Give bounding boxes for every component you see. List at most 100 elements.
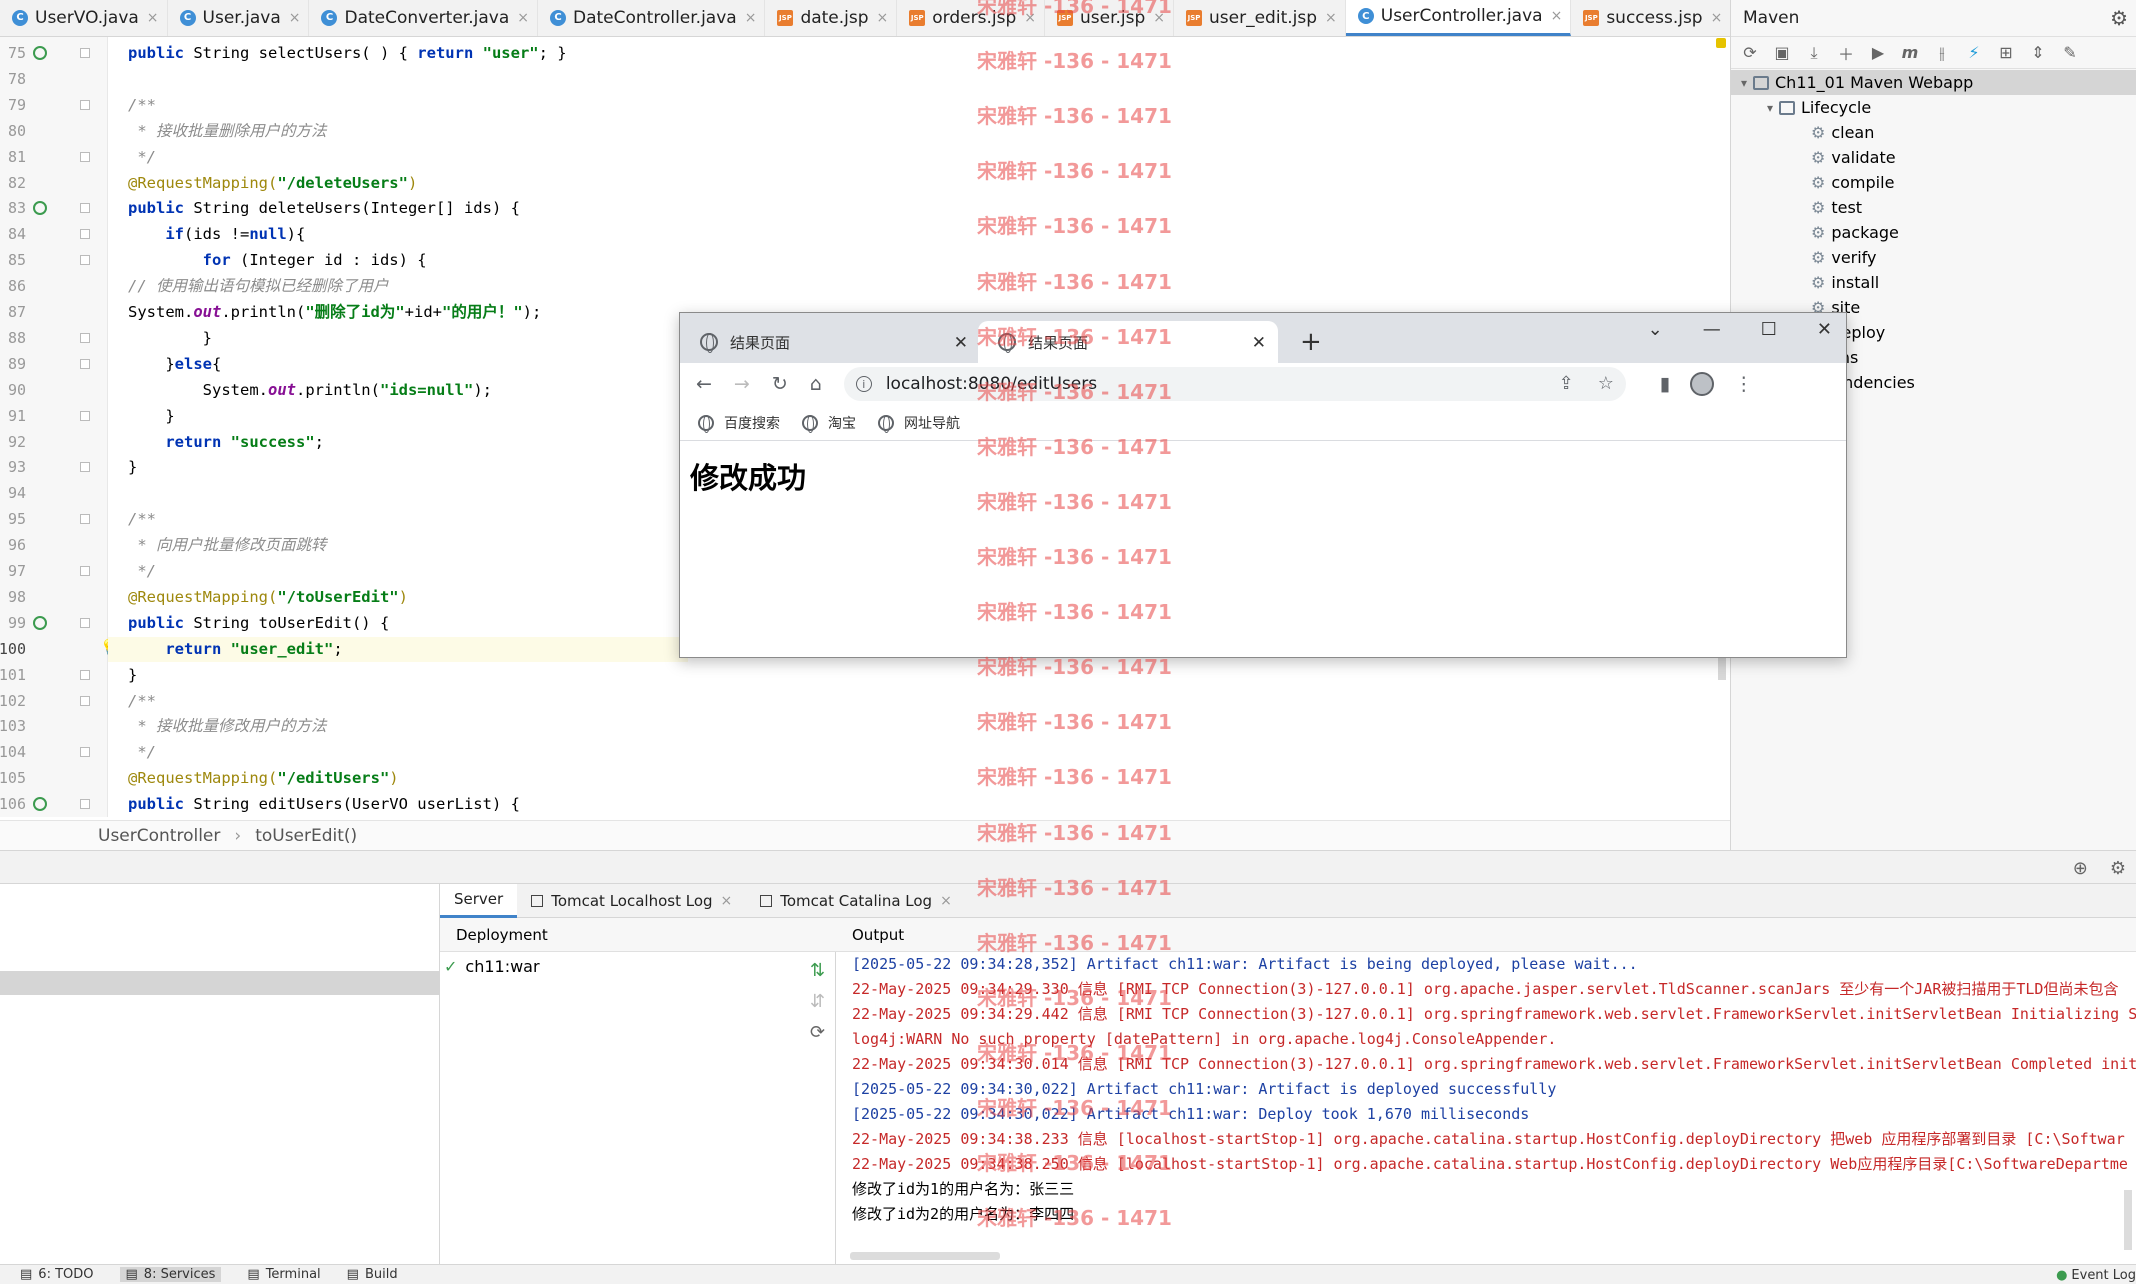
maven-phase-verify[interactable]: ⚙ verify <box>1731 245 2136 270</box>
address-bar[interactable]: i localhost:8080/editUsers ⇪ ☆ <box>843 367 1626 401</box>
code-line[interactable]: for (Integer id : ids) { <box>128 248 427 273</box>
code-line[interactable]: /** <box>128 507 156 532</box>
bean-mapping-icon[interactable] <box>33 797 47 812</box>
fold-icon[interactable] <box>80 229 90 240</box>
code-line[interactable]: */ <box>128 559 156 584</box>
gutter-line[interactable]: 100💡 <box>0 637 119 662</box>
gutter-line[interactable]: 96 <box>0 533 108 558</box>
gutter-line[interactable]: 99 <box>0 611 108 636</box>
code-line[interactable]: /** <box>128 93 156 118</box>
editor-tab[interactable]: JSP success.jsp × <box>1571 0 1730 36</box>
fold-icon[interactable] <box>80 410 90 421</box>
editor-tab[interactable]: C UserController.java × <box>1345 0 1572 36</box>
close-icon[interactable]: × <box>289 10 301 26</box>
breadcrumb-method[interactable]: toUserEdit() <box>255 826 357 846</box>
fold-icon[interactable] <box>80 669 90 680</box>
fold-icon[interactable] <box>80 617 90 628</box>
code-line[interactable]: * 向用户批量修改页面跳转 <box>128 533 326 558</box>
editor-tab[interactable]: JSP orders.jsp × <box>897 0 1045 36</box>
code-line[interactable]: System.out.println("ids=null"); <box>128 378 492 403</box>
gutter-line[interactable]: 95 <box>0 507 108 532</box>
code-line[interactable]: return "user_edit"; <box>108 636 688 662</box>
code-line[interactable]: */ <box>128 145 156 170</box>
browser-tab-1[interactable]: 结果页面 ✕ <box>680 321 980 363</box>
maximize-icon[interactable]: ☐ <box>1761 319 1777 340</box>
code-line[interactable]: */ <box>128 740 156 765</box>
gutter-line[interactable]: 92 <box>0 430 108 455</box>
maven-phase-test[interactable]: ⚙ test <box>1731 195 2136 220</box>
gutter-line[interactable]: 98 <box>0 585 108 610</box>
new-tab-button[interactable]: + <box>1300 327 1322 357</box>
gutter-line[interactable]: 104 <box>0 740 108 765</box>
bookmark-item[interactable]: 百度搜索 <box>698 413 780 433</box>
editor-tab[interactable]: JSP date.jsp × <box>765 0 898 36</box>
close-icon[interactable]: × <box>1551 8 1563 24</box>
refresh-icon[interactable]: ⟳ <box>810 1022 825 1043</box>
fold-icon[interactable] <box>80 48 90 58</box>
code-line[interactable]: } <box>128 663 137 688</box>
fold-icon[interactable] <box>80 747 90 758</box>
editor-tab[interactable]: JSP user_edit.jsp × <box>1174 0 1346 36</box>
generate-sources-icon[interactable]: ▣ <box>1771 42 1793 64</box>
maven-project-node[interactable]: ▾ Ch11_01 Maven Webapp <box>1731 70 2136 95</box>
maven-phase-install[interactable]: ⚙ install <box>1731 270 2136 295</box>
close-icon[interactable]: × <box>1711 10 1723 26</box>
code-line[interactable]: /** <box>128 689 156 714</box>
fold-icon[interactable] <box>80 799 90 810</box>
fold-icon[interactable] <box>80 695 90 706</box>
gutter-line[interactable]: 105 <box>0 766 108 791</box>
maven-lifecycle-node[interactable]: ▾ Lifecycle <box>1731 95 2136 120</box>
gutter-line[interactable]: 79 <box>0 93 108 118</box>
code-line[interactable]: * 接收批量删除用户的方法 <box>128 119 326 144</box>
close-icon[interactable]: × <box>877 10 889 26</box>
close-icon[interactable]: × <box>1325 10 1337 26</box>
gear-icon[interactable]: ⚙ <box>2110 6 2128 30</box>
close-icon[interactable]: ✕ <box>954 333 968 353</box>
info-icon[interactable]: i <box>855 376 872 392</box>
menu-icon[interactable]: ⋮ <box>1734 373 1753 395</box>
gutter-line[interactable]: 80 <box>0 119 108 144</box>
browser-tab-2[interactable]: 结果页面 ✕ <box>978 321 1278 363</box>
fold-icon[interactable] <box>80 255 90 266</box>
code-line[interactable]: } <box>128 326 212 351</box>
code-line[interactable]: public String selectUsers( ) { return "u… <box>128 41 567 66</box>
tab-search-icon[interactable]: ⌄ <box>1648 319 1663 340</box>
minimize-icon[interactable]: — <box>1703 319 1721 340</box>
code-line[interactable]: public String toUserEdit() { <box>128 611 389 636</box>
execute-goal-icon[interactable]: m <box>1899 42 1921 64</box>
gutter-line[interactable]: 90 <box>0 378 108 403</box>
statusbar-item[interactable]: ▤ 6: TODO <box>20 1267 94 1282</box>
code-line[interactable]: return "success"; <box>128 430 324 455</box>
bookmark-item[interactable]: 淘宝 <box>802 413 856 433</box>
bookmark-item[interactable]: 网址导航 <box>878 413 960 433</box>
artifact-row[interactable]: ✓ ch11:war <box>440 952 800 980</box>
statusbar-item[interactable]: ▤ Build <box>347 1267 398 1282</box>
gutter-line[interactable]: 88 <box>0 326 108 351</box>
skip-tests-icon[interactable]: ⚡ <box>1963 42 1985 64</box>
output-horizontal-scrollbar[interactable] <box>850 1252 1000 1260</box>
close-icon[interactable]: ✕ <box>1252 333 1266 353</box>
forward-icon[interactable]: → <box>734 373 750 395</box>
gutter-line[interactable]: 93 <box>0 455 108 480</box>
share-icon[interactable]: ⇪ <box>1559 373 1574 394</box>
editor-tab[interactable]: C User.java × <box>168 0 310 36</box>
code-line[interactable]: } <box>128 455 137 480</box>
server-tab[interactable]: Tomcat Catalina Log × <box>746 884 966 918</box>
code-line[interactable]: public String editUsers(UserVO userList)… <box>128 792 520 817</box>
bean-mapping-icon[interactable] <box>33 615 47 630</box>
services-tree-selected-row[interactable] <box>0 971 440 995</box>
gutter-line[interactable]: 78 <box>0 67 108 92</box>
event-log-button[interactable]: ● Event Log <box>2056 1265 2136 1284</box>
code-line[interactable]: @RequestMapping("/toUserEdit") <box>128 585 408 610</box>
gutter-line[interactable]: 82 <box>0 171 108 196</box>
bean-mapping-icon[interactable] <box>33 201 47 216</box>
collapse-all-icon[interactable]: ⇕ <box>2027 42 2049 64</box>
fold-icon[interactable] <box>80 203 90 214</box>
gutter-line[interactable]: 87 <box>0 300 108 325</box>
maven-phase-package[interactable]: ⚙ package <box>1731 220 2136 245</box>
gutter-line[interactable]: 97 <box>0 559 108 584</box>
fold-icon[interactable] <box>80 566 90 576</box>
editor-tab[interactable]: C UserVO.java × <box>0 0 168 36</box>
reload-icon[interactable]: ⟳ <box>1739 42 1761 64</box>
gutter-line[interactable]: 89 <box>0 352 108 377</box>
